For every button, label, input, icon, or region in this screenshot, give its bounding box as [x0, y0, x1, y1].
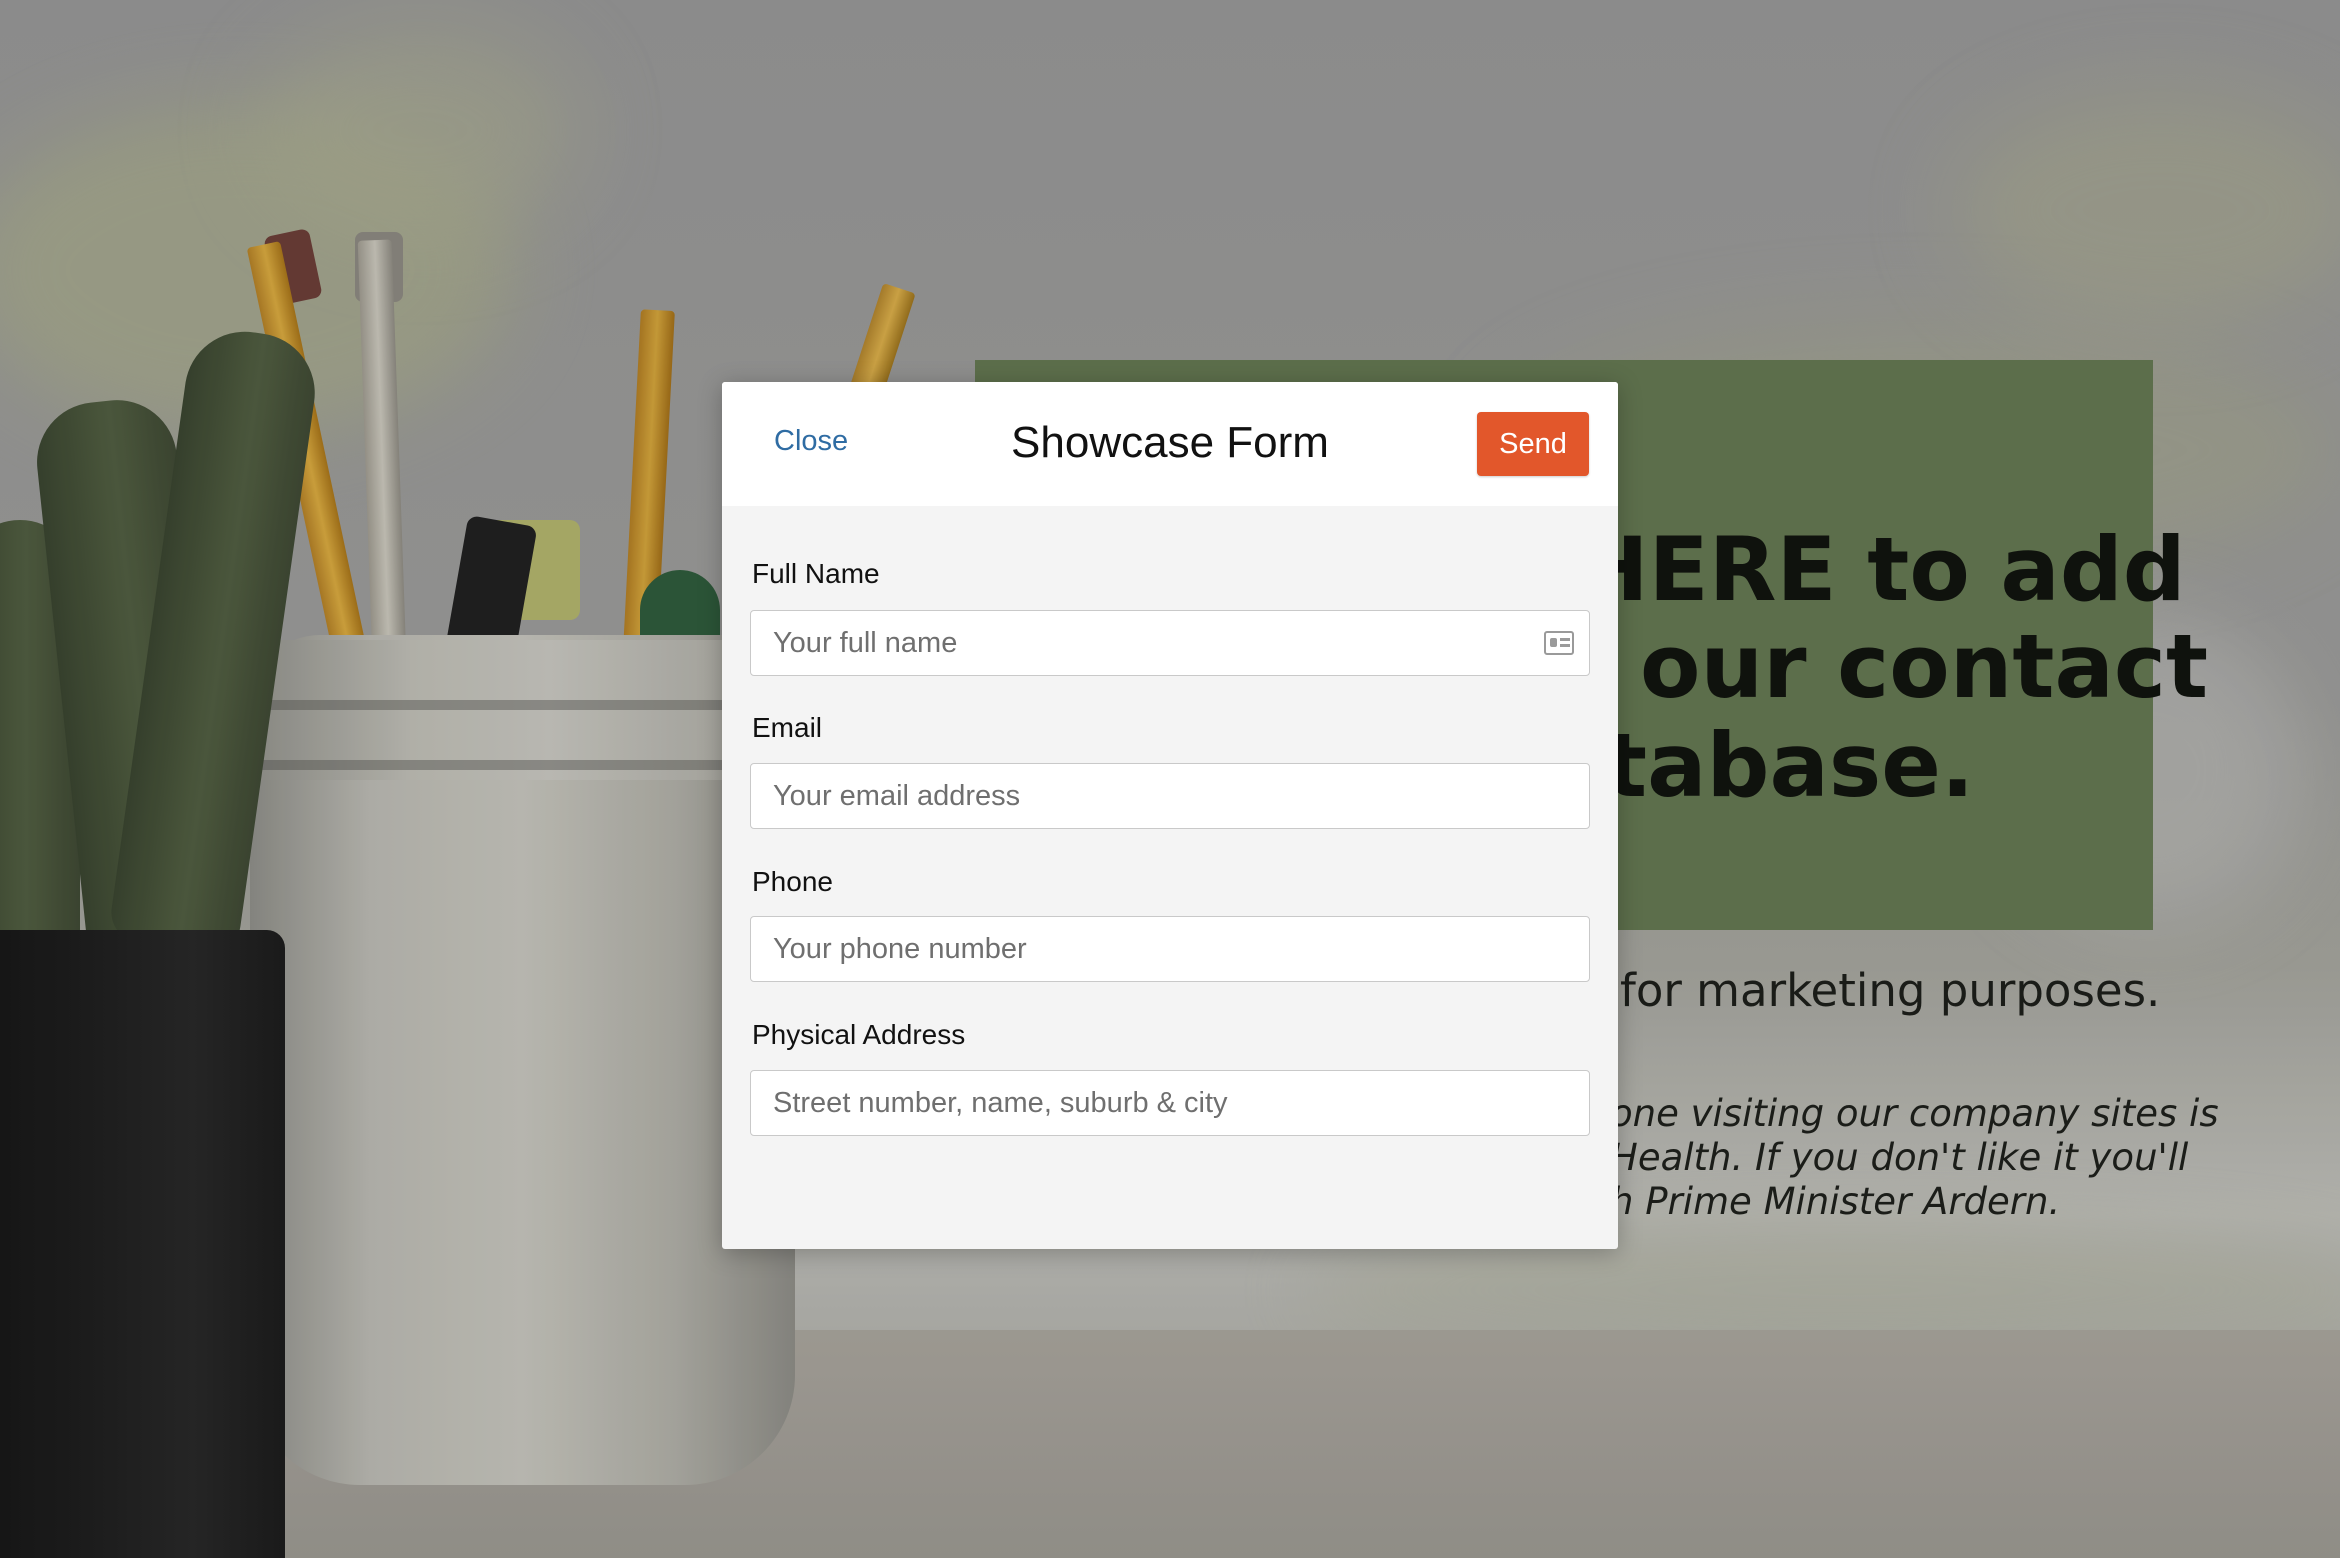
full-name-input[interactable] [750, 610, 1590, 676]
full-name-label: Full Name [752, 558, 880, 589]
email-label: Email [752, 712, 823, 743]
phone-label: Phone [752, 866, 833, 897]
modal-header: Close Showcase Form Send [722, 382, 1618, 506]
phone-input[interactable] [750, 916, 1590, 982]
address-input[interactable] [750, 1070, 1590, 1136]
address-label: Physical Address [752, 1019, 966, 1050]
send-button[interactable]: Send [1477, 412, 1589, 476]
showcase-form-modal: Close Showcase Form Send Full Name Email… [722, 382, 1618, 1249]
email-input[interactable] [750, 763, 1590, 829]
contact-card-icon [1544, 631, 1574, 655]
